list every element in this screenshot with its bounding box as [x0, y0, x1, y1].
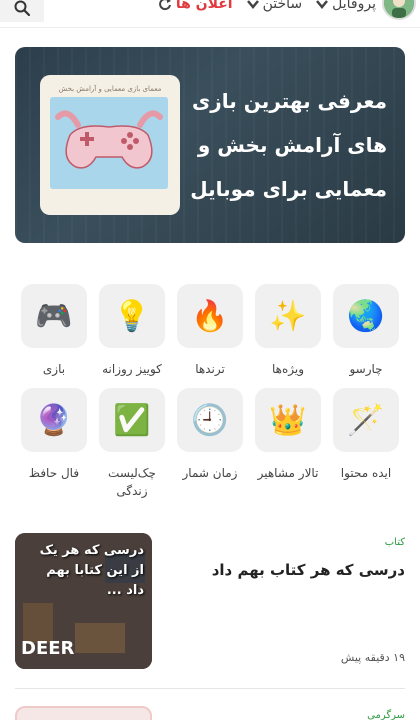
- crown-icon: 👑: [255, 388, 321, 452]
- category-label: ویژه‌ها: [271, 362, 305, 376]
- lightbulb-icon: 💡: [99, 284, 165, 348]
- magic-wand-icon: 🪄: [333, 388, 399, 452]
- category-label: تالار مشاهیر: [257, 466, 319, 480]
- chevron-down-icon: [316, 0, 329, 9]
- thumbnail-brand: DEER: [21, 638, 75, 659]
- category-label: چارسو: [349, 362, 383, 376]
- article-category-tag[interactable]: کتاب: [385, 537, 405, 548]
- category-game[interactable]: 🎮 بازی: [21, 284, 87, 378]
- thumbnail-caption: درسی که هر یک از این کتابا بهم داد ...: [39, 543, 144, 598]
- article-timestamp: ۱۹ دقیقه پیش: [340, 651, 405, 664]
- hero-image-card: معمای بازی معمایی و آرامش بخش: [40, 75, 180, 215]
- category-trends[interactable]: 🔥 ترندها: [177, 284, 243, 378]
- fire-icon: 🔥: [177, 284, 243, 348]
- hero-banner[interactable]: معمای بازی معمایی و آرامش بخش معرفی بهتر…: [15, 47, 405, 243]
- article-thumbnail[interactable]: درسی که هر یک از این کتابا بهم داد ... D…: [15, 533, 152, 669]
- divider: [15, 688, 405, 689]
- hero-card-caption: معمای بازی معمایی و آرامش بخش: [58, 85, 162, 93]
- article-card[interactable]: درسی که هر یک از این کتابا بهم داد ... D…: [15, 533, 405, 669]
- category-countdown[interactable]: 🕘 زمان شمار: [177, 388, 243, 482]
- nav-create-label: ساختن: [262, 0, 303, 12]
- hero-title: معرفی بهترین بازی های آرامش بخش و معمایی…: [190, 89, 387, 201]
- category-charsoo[interactable]: 🌏 چارسو: [333, 284, 399, 378]
- category-hall-of-fame[interactable]: 👑 تالار مشاهیر: [255, 388, 321, 482]
- category-label: ایده محتوا: [340, 466, 392, 480]
- avatar[interactable]: [382, 0, 416, 20]
- category-label: بازی: [42, 362, 66, 376]
- checkmark-icon: ✅: [99, 388, 165, 452]
- category-label: فال حافظ: [28, 466, 80, 480]
- category-label: چک‌لیست زندگی: [108, 466, 156, 498]
- category-hafez-fortune[interactable]: 🔮 فال حافظ: [21, 388, 87, 482]
- category-content-idea[interactable]: 🪄 ایده محتوا: [333, 388, 399, 482]
- avatar-image: [384, 0, 414, 18]
- category-label: زمان شمار: [182, 466, 238, 480]
- crystal-ball-icon: 🔮: [21, 388, 87, 452]
- top-header: پروفایل ساختن اعلان ها: [0, 0, 420, 28]
- category-life-checklist[interactable]: ✅ چک‌لیست زندگی: [99, 388, 165, 500]
- nav-profile-label: پروفایل: [332, 0, 376, 12]
- refresh-icon: [158, 0, 171, 11]
- clock-icon: 🕘: [177, 388, 243, 452]
- nav-profile[interactable]: پروفایل: [316, 0, 376, 12]
- article-category-tag[interactable]: سرگرمی: [367, 710, 405, 720]
- article-title[interactable]: درسی که هر کتاب بهم داد: [212, 561, 405, 579]
- category-featured[interactable]: ✨ ویژه‌ها: [255, 284, 321, 378]
- article-thumbnail[interactable]: [15, 706, 152, 720]
- main-nav: پروفایل ساختن اعلان ها: [158, 0, 376, 12]
- gamepad-illustration: [50, 97, 168, 189]
- nav-notifications-label: اعلان ها: [175, 0, 233, 12]
- gamepad-icon: 🎮: [21, 284, 87, 348]
- category-daily-quiz[interactable]: 💡 کوییز روزانه: [99, 284, 165, 378]
- search-icon: [14, 0, 30, 16]
- search-button[interactable]: [0, 0, 44, 22]
- chevron-down-icon: [246, 0, 259, 9]
- category-label: کوییز روزانه: [102, 362, 162, 376]
- sparkles-icon: ✨: [255, 284, 321, 348]
- nav-create[interactable]: ساختن: [246, 0, 303, 12]
- globe-icon: 🌏: [333, 284, 399, 348]
- nav-notifications[interactable]: اعلان ها: [158, 0, 233, 12]
- category-label: ترندها: [195, 362, 225, 376]
